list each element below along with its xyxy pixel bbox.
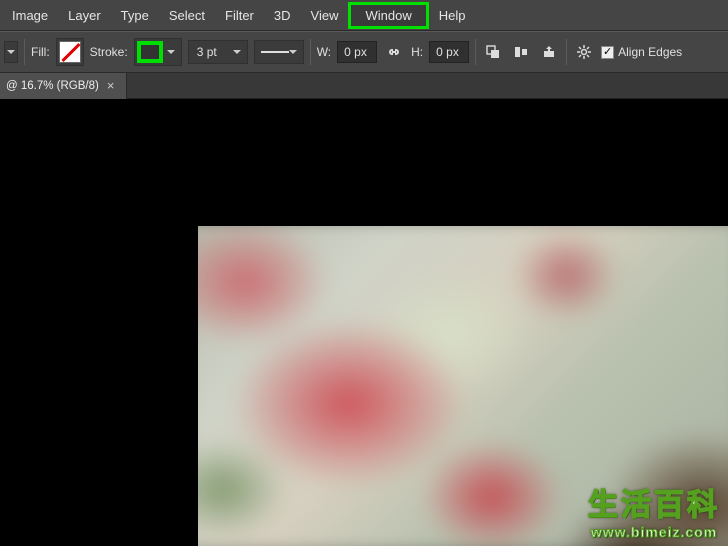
- menu-image[interactable]: Image: [2, 2, 58, 29]
- separator: [24, 39, 25, 65]
- watermark-line2: www.bimeiz.com: [588, 524, 720, 540]
- watermark-line1: 生活百科: [588, 480, 720, 524]
- path-alignment-icon: [513, 44, 529, 60]
- tool-preset-dropdown[interactable]: [4, 41, 18, 63]
- menu-3d[interactable]: 3D: [264, 2, 301, 29]
- height-input[interactable]: [429, 41, 469, 63]
- document-tab[interactable]: @ 16.7% (RGB/8) ×: [0, 73, 127, 99]
- link-icon: [386, 45, 402, 59]
- menu-select[interactable]: Select: [159, 2, 215, 29]
- fill-label: Fill:: [31, 45, 50, 59]
- stroke-swatch-icon: [137, 41, 163, 63]
- menu-type[interactable]: Type: [111, 2, 159, 29]
- stroke-style-dropdown[interactable]: [254, 40, 304, 64]
- options-bar: Fill: Stroke: 3 pt W: H:: [0, 31, 728, 73]
- align-edges-toggle[interactable]: Align Edges: [601, 45, 682, 59]
- stroke-width-dropdown[interactable]: 3 pt: [188, 40, 248, 64]
- chevron-down-icon: [289, 50, 297, 54]
- watermark: 生活百科 www.bimeiz.com: [588, 480, 720, 540]
- menu-help[interactable]: Help: [429, 2, 476, 29]
- shape-settings-button[interactable]: [573, 41, 595, 63]
- separator: [475, 39, 476, 65]
- menu-layer[interactable]: Layer: [58, 2, 111, 29]
- menu-window[interactable]: Window: [348, 2, 428, 29]
- align-edges-label: Align Edges: [618, 45, 682, 59]
- menu-filter[interactable]: Filter: [215, 2, 264, 29]
- chevron-down-icon: [167, 50, 175, 54]
- stroke-swatch-dropdown[interactable]: [134, 38, 182, 66]
- width-label: W:: [317, 45, 331, 59]
- checkbox-checked-icon: [601, 46, 614, 59]
- width-input[interactable]: [337, 41, 377, 63]
- fill-swatch-dropdown[interactable]: [56, 38, 84, 66]
- menu-view[interactable]: View: [301, 2, 349, 29]
- solid-line-icon: [261, 51, 289, 53]
- path-operations-icon: [485, 44, 501, 60]
- separator: [566, 39, 567, 65]
- canvas-area[interactable]: 生活百科 www.bimeiz.com: [0, 99, 728, 546]
- gear-icon: [576, 44, 592, 60]
- path-arrangement-icon: [541, 44, 557, 60]
- stroke-label: Stroke:: [90, 45, 128, 59]
- path-operations-button[interactable]: [482, 41, 504, 63]
- separator: [310, 39, 311, 65]
- link-dimensions-button[interactable]: [383, 41, 405, 63]
- no-fill-swatch-icon: [59, 41, 81, 63]
- close-tab-button[interactable]: ×: [105, 78, 117, 93]
- path-alignment-button[interactable]: [510, 41, 532, 63]
- menu-bar: Image Layer Type Select Filter 3D View W…: [0, 0, 728, 31]
- stroke-width-value: 3 pt: [197, 45, 217, 59]
- document-tab-title: @ 16.7% (RGB/8): [6, 80, 99, 92]
- chevron-down-icon: [233, 50, 241, 54]
- height-label: H:: [411, 45, 423, 59]
- document-tab-bar: @ 16.7% (RGB/8) ×: [0, 73, 728, 99]
- path-arrangement-button[interactable]: [538, 41, 560, 63]
- chevron-down-icon: [7, 50, 15, 54]
